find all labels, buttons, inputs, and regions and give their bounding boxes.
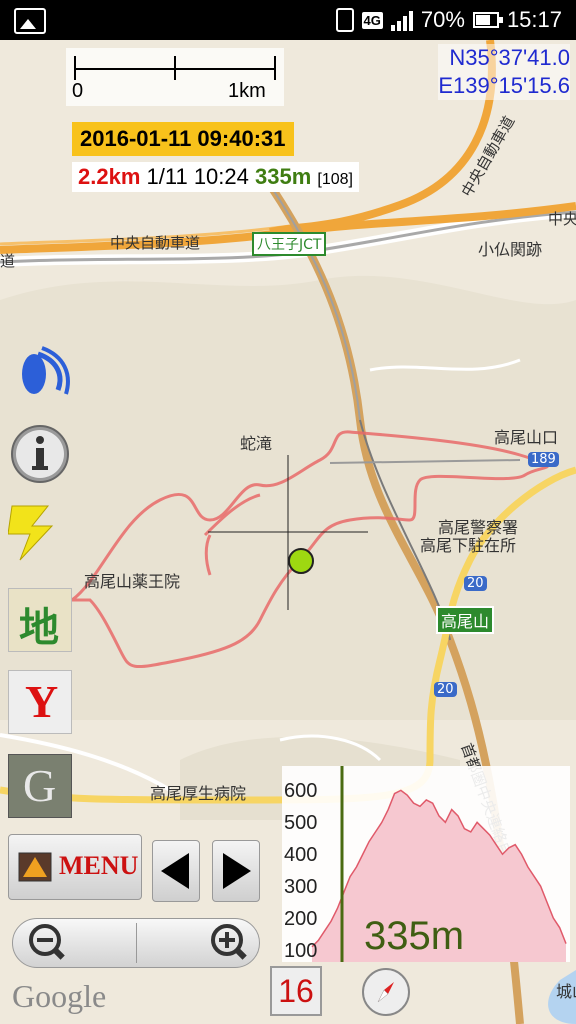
clock: 15:17: [506, 7, 562, 32]
battery-percent: 70%: [420, 7, 465, 32]
previous-button[interactable]: [152, 840, 200, 902]
elevation-y-label: 500: [284, 812, 318, 834]
map-label-hachioji-jct: 八王子JCT: [252, 232, 327, 256]
elevation-y-label: 100: [284, 940, 318, 962]
zoom-out-button[interactable]: [27, 922, 69, 964]
map-layer-label: 地: [19, 604, 59, 651]
arrow-right-icon: [223, 853, 251, 889]
map-label-yakuoin: 高尾山薬王院: [84, 572, 181, 591]
map-label-kobotoke: 小仏関跡: [478, 240, 543, 259]
image-icon: [14, 8, 46, 34]
yahoo-map-button[interactable]: Y: [8, 670, 72, 734]
elevation-chart: 600 500 400 300 200 100 335m: [282, 766, 570, 962]
next-button[interactable]: [212, 840, 260, 902]
vibrate-icon: [335, 8, 354, 32]
map-label-police2: 高尾下駐在所: [420, 536, 517, 555]
menu-label: MENU: [59, 851, 139, 880]
google-satellite-label: G: [23, 760, 57, 811]
gps-signal-icon: [22, 346, 70, 395]
google-logo: Google: [12, 978, 107, 1014]
elevation-y-label: 400: [284, 844, 318, 866]
scale-zero-label: 0: [72, 80, 84, 102]
zoom-level-indicator[interactable]: 16: [270, 966, 322, 1016]
map-label-chuo-expressway: 中央自動車道: [110, 234, 201, 252]
longitude: E139°15'15.6: [438, 73, 570, 98]
map-label-jadaki: 蛇滝: [240, 434, 273, 453]
track-point-count: [108]: [317, 171, 353, 188]
arrow-left-icon: [161, 853, 189, 889]
map-label-route-20b: 20: [434, 682, 457, 697]
latitude: N35°37'41.0: [449, 45, 570, 70]
coordinates-display: N35°37'41.0 E139°15'15.6: [438, 44, 570, 100]
track-info: 2.2km 1/11 10:24 335m [108]: [72, 162, 359, 192]
scale-bar: 0 1km: [66, 48, 284, 106]
compass-icon: [377, 982, 394, 1003]
map-layer-button[interactable]: 地: [8, 588, 72, 652]
map-label-route-189: 189: [528, 452, 559, 467]
yahoo-map-label: Y: [25, 676, 59, 727]
menu-icon: [18, 852, 52, 882]
info-button[interactable]: [8, 420, 72, 484]
elevation-y-label: 200: [284, 908, 318, 930]
gps-signal-button[interactable]: [8, 340, 72, 404]
elevation-y-label: 300: [284, 876, 318, 898]
map-label-takaosanguchi: 高尾山口: [494, 428, 559, 447]
zoom-in-button[interactable]: [209, 922, 251, 964]
lightning-button[interactable]: [7, 500, 72, 564]
battery-icon: [472, 12, 503, 28]
track-altitude: 335m: [255, 164, 312, 189]
signal-icon: [390, 9, 413, 31]
map-label-chuo-expressway-left: 道: [0, 252, 16, 270]
track-distance: 2.2km: [78, 164, 141, 189]
network-badge: 4G: [361, 11, 383, 29]
status-bar: 4G 70% 15:17: [0, 0, 576, 40]
map-label-takaosan: 高尾山: [436, 606, 495, 634]
lightning-icon: [7, 505, 54, 561]
track-time: 1/11 10:24: [146, 164, 249, 189]
zoom-control: [12, 918, 260, 968]
status-icons: 4G 70% 15:17: [335, 6, 562, 34]
map-label-chuo-right: 中央: [548, 210, 576, 228]
elevation-y-label: 600: [284, 780, 318, 802]
elevation-current: 335m: [364, 914, 465, 958]
scale-distance-label: 1km: [228, 80, 266, 102]
info-icon: [11, 425, 69, 483]
map-label-shiro: 城山: [556, 982, 576, 1001]
google-satellite-button[interactable]: G: [8, 754, 72, 818]
track-datetime: 2016-01-11 09:40:31: [72, 122, 294, 156]
menu-button[interactable]: MENU: [8, 834, 142, 900]
map-label-hospital: 高尾厚生病院: [150, 784, 247, 803]
map-label-route-20: 20: [464, 576, 487, 591]
compass-button[interactable]: [362, 968, 410, 1016]
